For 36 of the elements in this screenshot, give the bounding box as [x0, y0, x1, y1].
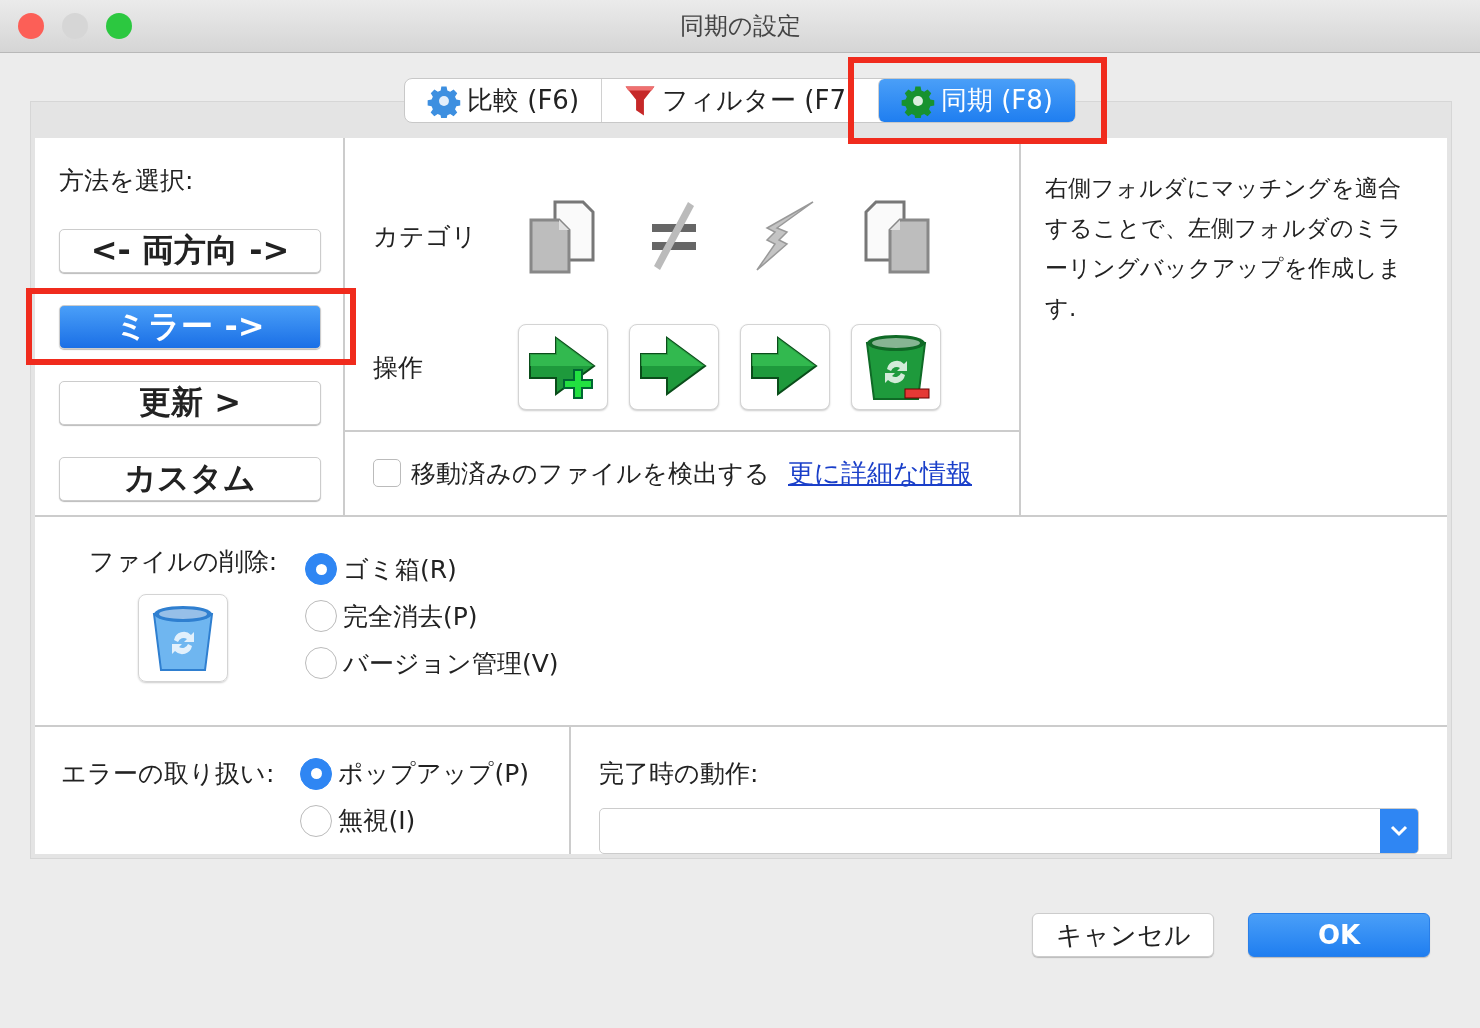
more-info-link[interactable]: 更に詳細な情報 [788, 455, 972, 491]
category-label: カテゴリ [373, 220, 477, 253]
description-text: 右側フォルダにマッチングを適合することで、左側フォルダのミラーリングバックアップを作成します. [1044, 174, 1403, 323]
close-button[interactable] [18, 13, 44, 39]
chevron-down-icon [1390, 825, 1408, 837]
radio-label[interactable]: ゴミ箱(R) [343, 552, 457, 586]
radio-label[interactable]: 無視(I) [338, 804, 416, 837]
method-button[interactable]: <- 両方向 -> [59, 229, 321, 273]
radio-label[interactable]: ポップアップ(P) [338, 757, 530, 790]
action-button[interactable] [739, 324, 830, 410]
action-button[interactable] [517, 324, 608, 410]
method-label: 方法を選択: [59, 165, 195, 197]
radio-button[interactable] [305, 600, 337, 632]
radio-button[interactable] [300, 757, 333, 790]
action-label: 操作 [373, 351, 423, 384]
action-button[interactable] [628, 324, 719, 410]
radio-button[interactable] [305, 553, 337, 585]
recycle-bin-button[interactable] [138, 593, 228, 682]
error-handling-label: エラーの取り扱い: [61, 758, 275, 790]
window-title: 同期の設定 [679, 12, 801, 40]
radio-button[interactable] [305, 647, 337, 679]
radio-label[interactable]: バージョン管理(V) [343, 646, 559, 680]
action-button[interactable] [850, 324, 941, 410]
radio-button[interactable] [300, 804, 333, 837]
radio-label[interactable]: 完全消去(P) [343, 599, 478, 633]
tab[interactable]: 比較 (F6) [405, 79, 602, 122]
method-button[interactable]: カスタム [59, 457, 321, 501]
checkbox-label[interactable]: 移動済みのファイルを検出する [411, 456, 770, 490]
checkbox[interactable] [373, 459, 401, 488]
tab[interactable]: フィルター (F7 [601, 79, 868, 122]
deletion-label: ファイルの削除: [88, 545, 278, 578]
method-button[interactable]: ミラー -> [59, 305, 321, 349]
completion-dropdown[interactable] [599, 808, 1419, 854]
cancel-button[interactable]: キャンセル [1032, 913, 1214, 957]
method-button[interactable]: 更新 > [59, 381, 321, 425]
completion-label: 完了時の動作: [599, 758, 760, 790]
